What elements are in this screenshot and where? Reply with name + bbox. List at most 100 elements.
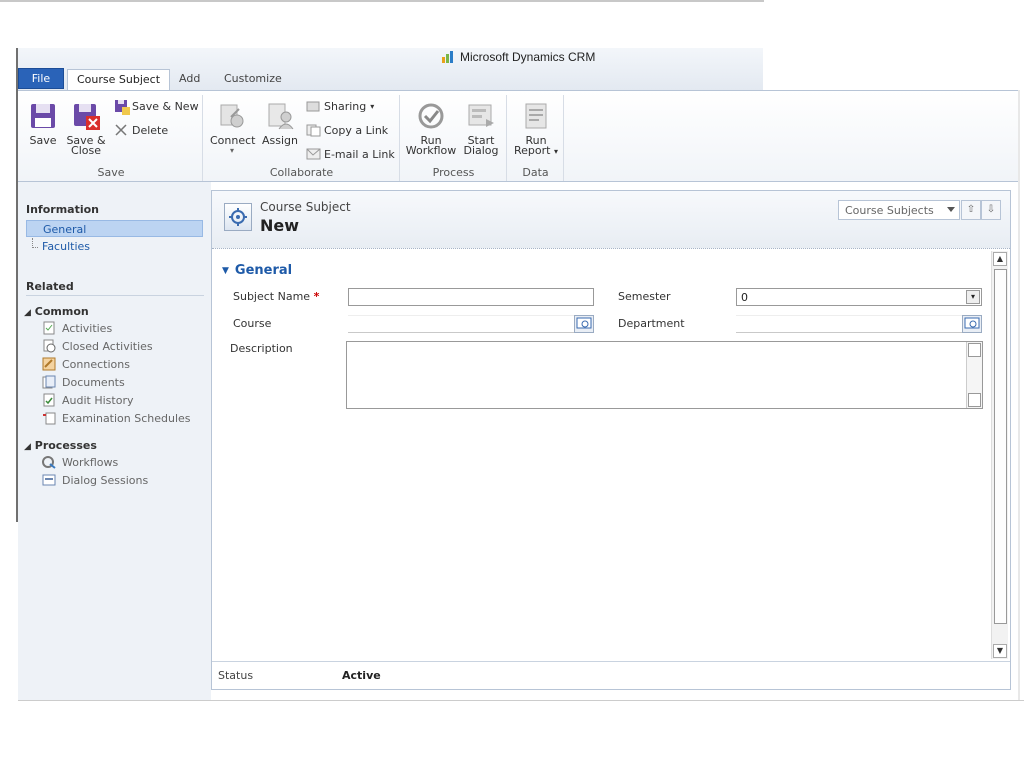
start-dialog-button[interactable]: Start Dialog (459, 101, 503, 156)
tab-file[interactable]: File (18, 68, 64, 89)
nav-link-closed-activities[interactable]: Closed Activities (42, 339, 153, 353)
arrow-down-icon: ⇩ (986, 204, 996, 215)
scroll-up-arrow-icon[interactable]: ▲ (993, 252, 1007, 266)
form-scrollbar[interactable]: ▲ ▼ (991, 251, 1008, 659)
copy-link-button[interactable]: Copy a Link (306, 123, 388, 137)
nav-link-activities[interactable]: Activities (42, 321, 112, 335)
sharing-label: Sharing (324, 99, 367, 113)
nav-link-label: Closed Activities (62, 339, 153, 353)
ribbon: Save Save & Close Save & New Delete Save… (18, 90, 1018, 182)
view-selector-value: Course Subjects (845, 204, 934, 217)
email-link-button[interactable]: E-mail a Link (306, 147, 395, 161)
lookup-search-icon[interactable] (962, 315, 982, 333)
nav-link-label: Workflows (62, 455, 119, 469)
scroll-thumb[interactable] (994, 269, 1007, 624)
section-collapse-icon: ▼ (222, 265, 229, 276)
ribbon-group-save: Save Save & Close Save & New Delete Save (20, 95, 203, 181)
connections-icon (42, 357, 56, 371)
window-right-edge (1018, 90, 1020, 700)
examination-schedules-icon (42, 411, 56, 425)
tab-course-subject[interactable]: Course Subject (67, 69, 171, 92)
sharing-dropdown-icon: ▾ (370, 101, 375, 111)
start-dialog-label-2: Dialog (463, 144, 499, 157)
nav-category-processes[interactable]: ◢ Processes (24, 439, 97, 452)
subject-name-field[interactable] (348, 288, 594, 306)
left-navigation: Information General Faculties Related ◢ … (18, 182, 211, 700)
save-group-label: Save (97, 166, 125, 179)
save-new-icon (114, 99, 130, 115)
data-group-label: Data (522, 166, 549, 179)
nav-divider (26, 295, 204, 296)
description-textarea[interactable] (346, 341, 983, 409)
connect-button[interactable]: Connect ▾ (210, 101, 255, 156)
ribbon-group-process: Run Workflow Start Dialog Process (401, 95, 507, 181)
nav-category-processes-label: Processes (34, 439, 97, 452)
run-workflow-label-2: Workflow (405, 144, 457, 157)
delete-button[interactable]: Delete (114, 123, 168, 137)
brand-name: Microsoft Dynamics CRM (460, 50, 596, 64)
window-top-area (0, 0, 764, 48)
documents-icon (42, 375, 56, 389)
nav-heading-information: Information (26, 203, 99, 216)
run-report-dropdown-icon: ▾ (553, 147, 558, 156)
department-lookup-field[interactable] (736, 315, 982, 333)
semester-value: 0 (741, 291, 748, 304)
nav-link-label: Activities (62, 321, 113, 335)
run-report-button[interactable]: Run Report ▾ (512, 101, 560, 157)
sharing-button[interactable]: Sharing ▾ (306, 99, 374, 113)
activities-icon (42, 321, 56, 335)
assign-button[interactable]: Assign (260, 101, 300, 146)
collaborate-group-label: Collaborate (269, 166, 334, 179)
report-icon (521, 101, 551, 131)
run-workflow-button[interactable]: Run Workflow (405, 101, 457, 156)
connect-icon (217, 101, 247, 131)
status-value: Active (342, 669, 381, 682)
nav-item-faculties[interactable]: Faculties (26, 238, 203, 255)
nav-link-examination-schedules[interactable]: Examination Schedules (42, 411, 191, 425)
save-close-button[interactable]: Save & Close (66, 101, 106, 156)
subject-name-label: Subject Name * (233, 290, 319, 303)
required-marker: * (313, 290, 320, 303)
scroll-down-arrow-icon[interactable]: ▼ (993, 644, 1007, 658)
save-new-button[interactable]: Save & New (114, 99, 199, 115)
scroll-down-button[interactable] (968, 393, 981, 407)
scroll-up-button[interactable] (968, 343, 981, 357)
tab-add[interactable]: Add (170, 69, 209, 90)
textarea-scrollbar[interactable] (966, 342, 982, 408)
description-label: Description (230, 342, 293, 355)
save-new-label: Save & New (132, 99, 199, 113)
assign-icon (265, 101, 295, 131)
copy-link-icon (306, 123, 321, 137)
workflows-icon (42, 455, 56, 469)
brand: Microsoft Dynamics CRM (442, 50, 595, 64)
lookup-search-icon[interactable] (574, 315, 594, 333)
nav-link-label: Audit History (62, 393, 134, 407)
nav-link-workflows[interactable]: Workflows (42, 455, 118, 469)
nav-link-label: Dialog Sessions (62, 473, 149, 487)
record-title: New (260, 216, 300, 235)
save-button[interactable]: Save (26, 101, 60, 146)
course-lookup-field[interactable] (348, 315, 594, 333)
nav-link-dialog-sessions[interactable]: Dialog Sessions (42, 473, 148, 487)
nav-link-connections[interactable]: Connections (42, 357, 130, 371)
nav-category-common[interactable]: ◢ Common (24, 305, 89, 318)
dialog-icon (466, 101, 496, 131)
section-general[interactable]: ▼ General (222, 263, 292, 278)
semester-select[interactable]: 0 ▾ (736, 288, 982, 306)
status-label: Status (218, 669, 254, 682)
nav-link-audit-history[interactable]: Audit History (42, 393, 133, 407)
chevron-down-icon (947, 207, 955, 212)
nav-item-general[interactable]: General (26, 220, 203, 237)
nav-link-documents[interactable]: Documents (42, 375, 125, 389)
closed-activities-icon (42, 339, 56, 353)
nav-link-label: Examination Schedules (62, 411, 191, 425)
sharing-icon (306, 99, 320, 113)
dynamics-logo-icon (442, 51, 456, 63)
workflow-icon (416, 101, 446, 131)
view-selector[interactable]: Course Subjects (838, 200, 960, 220)
tab-customize[interactable]: Customize (215, 69, 291, 90)
nav-category-common-label: Common (34, 305, 89, 318)
form-area: Course Subject New Course Subjects ⇧ ⇩ ▼… (211, 190, 1011, 690)
next-record-button[interactable]: ⇩ (981, 200, 1001, 220)
previous-record-button[interactable]: ⇧ (961, 200, 981, 220)
